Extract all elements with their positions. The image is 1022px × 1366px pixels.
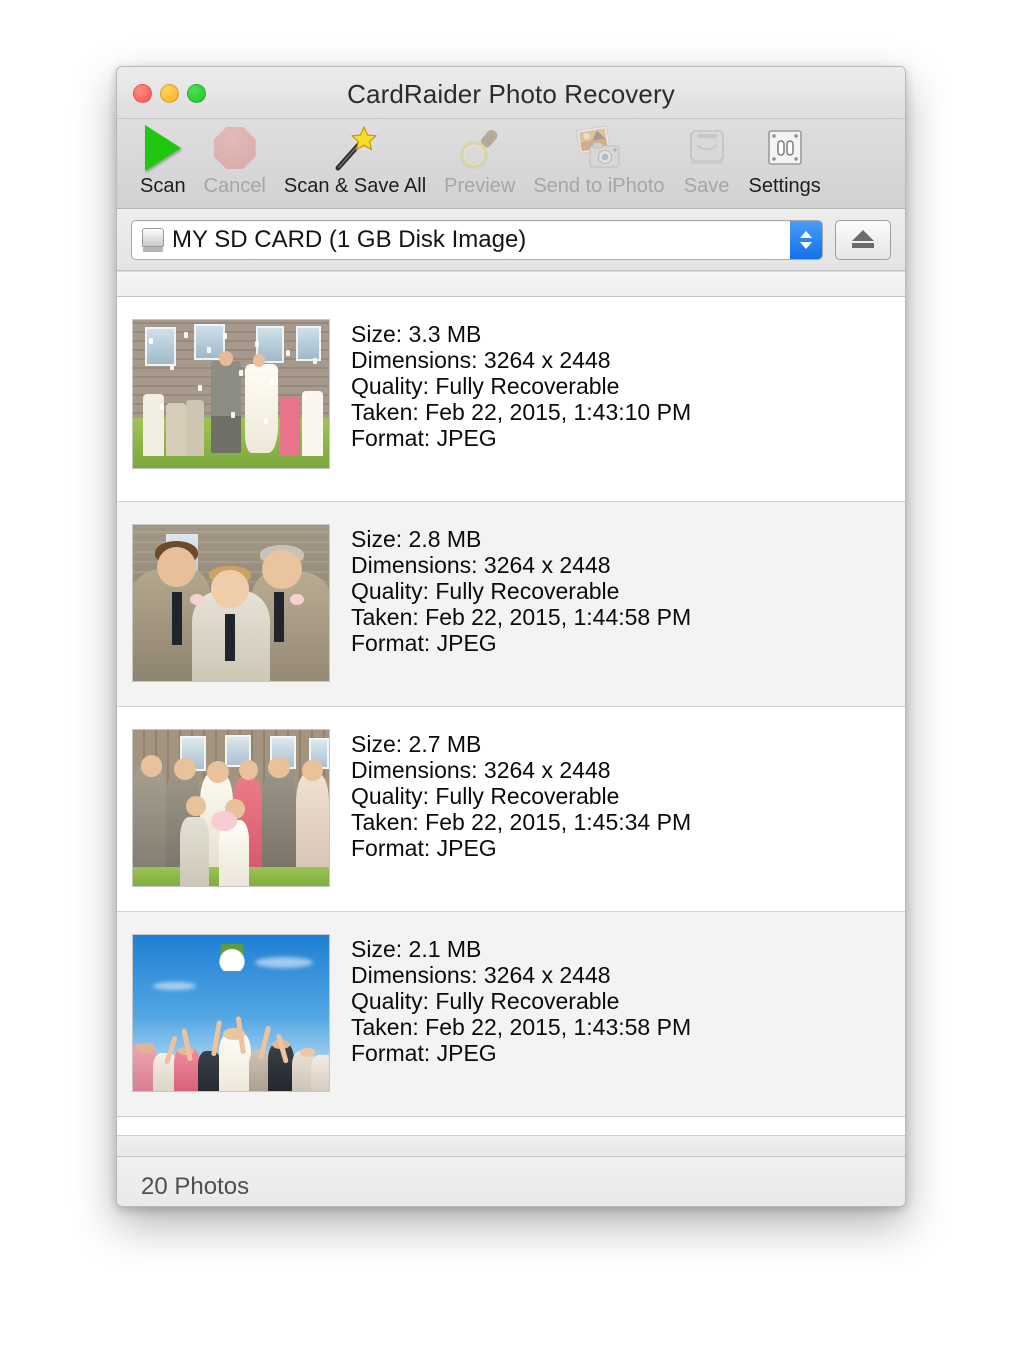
play-triangle-icon [144,123,181,173]
photo-quality: Quality: Fully Recoverable [351,373,620,399]
settings-button[interactable]: Settings [740,123,830,198]
photo-thumbnail[interactable] [132,934,330,1092]
preview-button: Preview [435,123,524,198]
photo-list[interactable]: Size: 3.3 MB Dimensions: 3264 x 2448 Qua… [117,297,905,1135]
photo-metadata: Size: 2.1 MB Dimensions: 3264 x 2448 Qua… [351,934,691,1066]
thumbnail-cell [131,934,331,1092]
send-to-iphoto-button: Send to iPhoto [524,123,673,198]
photos-camera-icon [573,123,625,173]
preview-button-label: Preview [444,175,516,197]
eject-button[interactable] [835,219,891,260]
photo-size: Size: 2.7 MB [351,731,482,757]
photo-dimensions: Dimensions: 3264 x 2448 [351,757,611,783]
photo-format: Format: JPEG [351,835,497,861]
chevron-updown-icon[interactable] [790,220,822,259]
photo-size: Size: 2.1 MB [351,936,482,962]
scan-save-all-button-label: Scan & Save All [283,175,427,197]
window-title: CardRaider Photo Recovery [347,79,675,109]
photo-count-label: 20 Photos [141,1173,250,1200]
photo-thumbnail[interactable] [132,319,330,469]
scan-button-label: Scan [140,175,186,197]
status-bar: 20 Photos [117,1157,905,1206]
hard-drive-icon [683,123,731,173]
magnifier-icon [456,123,504,173]
eject-icon [852,229,874,250]
title-bar: CardRaider Photo Recovery [117,67,905,119]
magic-wand-icon [330,123,380,173]
photo-thumbnail[interactable] [132,729,330,887]
photo-format: Format: JPEG [351,425,497,451]
table-row[interactable]: Size: 2.8 MB Dimensions: 3264 x 2448 Qua… [117,502,905,707]
source-select[interactable]: MY SD CARD (1 GB Disk Image) [131,219,823,260]
photo-taken: Taken: Feb 22, 2015, 1:44:58 PM [351,604,692,630]
photo-taken: Taken: Feb 22, 2015, 1:43:10 PM [351,399,692,425]
photo-thumbnail[interactable] [132,524,330,682]
toolbar: Scan Cancel Scan & Save All Preview Send… [117,119,905,209]
settings-button-label: Settings [748,175,821,197]
cancel-button: Cancel [195,123,275,198]
photo-size: Size: 2.8 MB [351,526,482,552]
table-row[interactable]: Size: 2.1 MB Dimensions: 3264 x 2448 Qua… [117,912,905,1117]
thumbnail-cell [131,729,331,887]
photo-metadata: Size: 2.7 MB Dimensions: 3264 x 2448 Qua… [351,729,691,861]
switches-icon [762,123,808,173]
photo-format: Format: JPEG [351,1040,497,1066]
disk-icon [142,227,164,252]
thumbnail-cell [131,524,331,682]
save-button-label: Save [683,175,730,197]
photo-quality: Quality: Fully Recoverable [351,783,620,809]
source-bar: MY SD CARD (1 GB Disk Image) [117,209,905,271]
table-row[interactable]: Size: 3.3 MB Dimensions: 3264 x 2448 Qua… [117,297,905,502]
photo-metadata: Size: 3.3 MB Dimensions: 3264 x 2448 Qua… [351,319,691,451]
photo-metadata: Size: 2.8 MB Dimensions: 3264 x 2448 Qua… [351,524,691,656]
send-to-iphoto-button-label: Send to iPhoto [533,175,665,197]
source-select-value: MY SD CARD (1 GB Disk Image) [172,225,527,253]
photo-taken: Taken: Feb 22, 2015, 1:45:34 PM [351,809,692,835]
photo-dimensions: Dimensions: 3264 x 2448 [351,962,611,988]
app-window: CardRaider Photo Recovery Scan Cancel Sc… [116,66,906,1207]
list-header [117,271,905,297]
thumbnail-cell [131,319,331,469]
photo-dimensions: Dimensions: 3264 x 2448 [351,552,611,578]
stop-octagon-icon [213,123,256,173]
save-button: Save [674,123,740,198]
photo-taken: Taken: Feb 22, 2015, 1:43:58 PM [351,1014,692,1040]
scan-save-all-button[interactable]: Scan & Save All [275,123,435,198]
photo-format: Format: JPEG [351,630,497,656]
photo-quality: Quality: Fully Recoverable [351,988,620,1014]
table-row[interactable]: Size: 2.7 MB Dimensions: 3264 x 2448 Qua… [117,707,905,912]
scan-button[interactable]: Scan [131,123,195,198]
cancel-button-label: Cancel [203,175,266,197]
horizontal-scrollbar[interactable] [117,1135,905,1157]
photo-quality: Quality: Fully Recoverable [351,578,620,604]
photo-size: Size: 3.3 MB [351,321,482,347]
photo-dimensions: Dimensions: 3264 x 2448 [351,347,611,373]
